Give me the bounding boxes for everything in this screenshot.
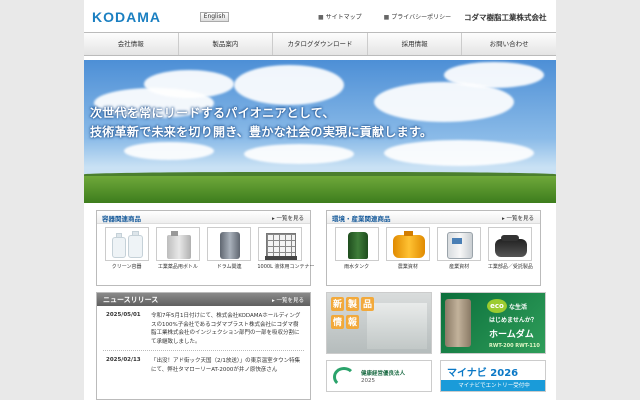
rain-tank-image	[334, 227, 379, 261]
news-title: ニュースリリース	[103, 296, 159, 304]
english-button[interactable]: English	[200, 12, 229, 22]
product-drum[interactable]: ドラム関連	[206, 227, 252, 270]
kenpo-year: 2025	[361, 378, 375, 384]
eco-homedam-banner[interactable]: eco な生活 はじめませんか？ ホームダム RWT-200 RWT-110	[440, 292, 546, 354]
news-item[interactable]: 2025/02/13 「出没！アド街ック天国（2/1放送）」の東京温室タウン特集…	[97, 351, 310, 374]
cloud	[444, 62, 544, 88]
mynavi-entry-button: マイナビでエントリー受付中	[441, 380, 545, 391]
panel-header: 容器関連商品 ▸ 一覧を見る	[97, 211, 310, 224]
view-list-link[interactable]: ▸ 一覧を見る	[272, 214, 304, 222]
cloud	[124, 142, 214, 160]
panel-title: 環境・産業関連商品	[332, 215, 391, 223]
news-release-panel: ニュースリリース ▸ 一覧を見る 2025/05/01 令和7年5月1日付けにて…	[96, 292, 311, 400]
eco-headline: な生活	[509, 304, 528, 311]
company-name: コダマ樹脂工業株式会社	[464, 13, 547, 22]
cloud	[384, 140, 534, 166]
news-text: 「出没！アド街ック天国（2/1放送）」の東京温室タウン特集にて、弊社タマローリー…	[151, 358, 301, 373]
nav-products[interactable]: 製品案内	[179, 33, 274, 55]
nav-recruit[interactable]: 採用情報	[368, 33, 463, 55]
privacy-link[interactable]: ■ プライバシーポリシー	[384, 14, 462, 21]
panel-title: 容器関連商品	[102, 215, 141, 223]
kodama-logo[interactable]: KODAMA	[92, 9, 161, 25]
drum-image	[207, 227, 252, 261]
sitemap-link[interactable]: ■ サイトマップ	[318, 14, 372, 21]
news-date: 2025/02/13	[106, 357, 141, 363]
mynavi-banner[interactable]: マイナビ 2026 マイナビでエントリー受付中	[440, 360, 546, 392]
nav-contact[interactable]: お問い合わせ	[462, 33, 556, 55]
container-products-panel: 容器関連商品 ▸ 一覧を見る クリーン容器 工業薬品用ボトル ドラム関連 100…	[96, 210, 314, 286]
hero-banner: 次世代を常にリードするパイオニアとして、 技術革新で未来を切り開き、豊かな社会の…	[84, 60, 556, 203]
eco-subline: はじめませんか？	[489, 317, 537, 324]
ibc-container-image	[258, 227, 303, 261]
panel-header: 環境・産業関連商品 ▸ 一覧を見る	[327, 211, 540, 224]
environment-products-panel: 環境・産業関連商品 ▸ 一覧を見る 雨水タンク 農業資材 産業資材 工業部品／受…	[326, 210, 541, 286]
industrial-parts-image	[488, 227, 533, 261]
kenpo-logo-icon	[333, 367, 355, 387]
new-tag-char: 新	[331, 297, 344, 311]
health-management-banner[interactable]: 健康経営優良法人 2025	[326, 360, 432, 392]
hero-slogan-line-1: 次世代を常にリードするパイオニアとして、	[90, 106, 335, 120]
news-header: ニュースリリース ▸ 一覧を見る	[97, 293, 310, 306]
product-1000l-container[interactable]: 1000L 液体用コンテナー	[257, 227, 314, 270]
main-nav: 会社情報 製品案内 カタログダウンロード 採用情報 お問い合わせ	[84, 32, 556, 56]
eco-badge: eco	[487, 299, 507, 313]
chemical-bottle-image	[155, 227, 200, 261]
news-text: 令和7年5月1日付けにて、株式会社KODAMAホールディングスの100%子会社で…	[151, 313, 301, 345]
clean-container-image	[104, 227, 149, 261]
product-rain-tank[interactable]: 雨水タンク	[334, 227, 380, 270]
cloud	[234, 65, 344, 105]
news-date: 2025/05/01	[106, 312, 141, 318]
nav-catalog-download[interactable]: カタログダウンロード	[273, 33, 368, 55]
view-list-link[interactable]: ▸ 一覧を見る	[502, 214, 534, 222]
square-bullet-icon: ■	[318, 14, 324, 21]
news-view-list-link[interactable]: ▸ 一覧を見る	[272, 296, 304, 304]
square-bullet-icon: ■	[383, 14, 390, 21]
new-tag-char: 情	[331, 315, 344, 329]
product-clean-container[interactable]: クリーン容器	[104, 227, 150, 270]
eco-models: RWT-200 RWT-110	[489, 343, 540, 349]
news-item[interactable]: 2025/05/01 令和7年5月1日付けにて、株式会社KODAMAホールディン…	[97, 306, 310, 346]
hero-slogan-line-2: 技術革新で未来を切り開き、豊かな社会の実現に貢献します。	[90, 125, 433, 139]
product-industrial-material[interactable]: 産業資材	[436, 227, 482, 270]
new-tag-char: 報	[346, 315, 359, 329]
mynavi-logo: マイナビ 2026	[447, 368, 519, 379]
kenpo-label: 健康経営優良法人	[361, 371, 406, 377]
tank-image	[445, 299, 471, 347]
agricultural-tank-image	[385, 227, 430, 261]
utility-links: ■ サイトマップ ■ プライバシーポリシー	[318, 12, 471, 21]
grass-field	[84, 176, 556, 203]
cloud	[244, 144, 354, 164]
product-agricultural-material[interactable]: 農業資材	[385, 227, 431, 270]
new-tag-char: 製	[346, 297, 359, 311]
page: KODAMA English ■ サイトマップ ■ プライバシーポリシー コダマ樹脂…	[84, 0, 556, 400]
product-industrial-parts[interactable]: 工業部品／受託製品	[487, 227, 533, 270]
product-chemical-bottle[interactable]: 工業薬品用ボトル	[155, 227, 201, 270]
cloud	[144, 70, 234, 98]
new-tag-char: 品	[361, 297, 374, 311]
nav-company-info[interactable]: 会社情報	[84, 33, 179, 55]
cloud	[374, 82, 514, 122]
new-products-banner[interactable]: 新 製 品 情 報	[326, 292, 432, 354]
eco-product-name: ホームダム	[489, 330, 534, 340]
industrial-material-image	[437, 227, 482, 261]
